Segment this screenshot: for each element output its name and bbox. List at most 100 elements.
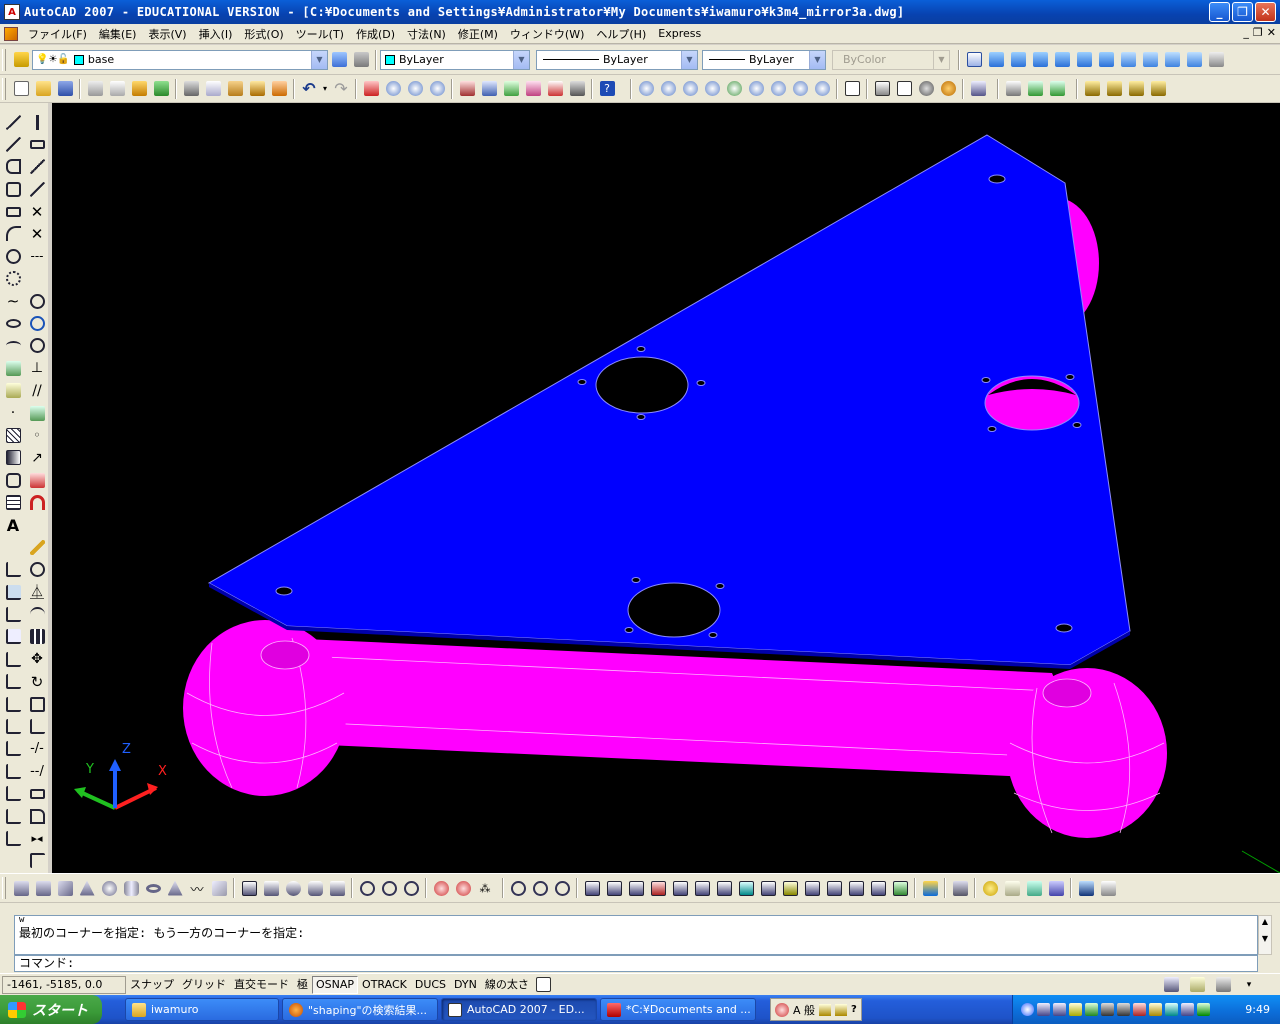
camera-icon[interactable] <box>1205 49 1227 71</box>
snap-parallel-icon[interactable]: // <box>26 380 48 402</box>
snap-endpoint-icon[interactable] <box>26 290 48 312</box>
tray-app-icon[interactable] <box>1085 1003 1098 1016</box>
realistic-visual-style-icon[interactable] <box>915 78 937 100</box>
mirror-object-icon[interactable]: ⏅ <box>26 581 48 603</box>
pencil-icon[interactable] <box>26 536 48 558</box>
break-at-point-icon[interactable] <box>26 850 48 872</box>
taskbar-item-documents[interactable]: *C:¥Documents and ... <box>600 998 756 1021</box>
paste-icon[interactable] <box>224 78 246 100</box>
wireframe-icon[interactable] <box>893 78 915 100</box>
revolve-icon[interactable] <box>304 877 326 899</box>
zoom-in-icon[interactable] <box>745 78 767 100</box>
helix-icon[interactable]: 〰 <box>186 877 208 899</box>
render-icon[interactable] <box>919 877 941 899</box>
clean-icon[interactable] <box>823 877 845 899</box>
lights-list-icon[interactable] <box>1001 877 1023 899</box>
shell-icon[interactable] <box>867 877 889 899</box>
revision-cloud-icon[interactable] <box>2 268 24 290</box>
snap-quadrant-icon[interactable] <box>26 335 48 357</box>
extend-object-icon[interactable]: --/ <box>26 760 48 782</box>
properties-icon[interactable] <box>456 78 478 100</box>
cone-icon[interactable] <box>76 877 98 899</box>
stretch-icon[interactable] <box>26 716 48 738</box>
construction-line-icon[interactable] <box>2 133 24 155</box>
zoom-scale-icon[interactable] <box>679 78 701 100</box>
new-file-icon[interactable] <box>10 78 32 100</box>
front-view-icon[interactable] <box>1073 49 1095 71</box>
spline-icon[interactable]: ∼ <box>2 290 24 312</box>
rectangle-icon[interactable] <box>2 201 24 223</box>
dimension-aligned-icon[interactable] <box>1103 78 1125 100</box>
sw-iso-view-icon[interactable] <box>1117 49 1139 71</box>
tray-settings-icon[interactable] <box>1212 974 1234 996</box>
layer-dropdown[interactable]: 💡☀🔓 base ▼ <box>32 49 328 70</box>
extrude-icon[interactable] <box>238 877 260 899</box>
wedge-icon[interactable] <box>54 877 76 899</box>
ne-iso-view-icon[interactable] <box>1161 49 1183 71</box>
extrude-faces-icon[interactable] <box>581 877 603 899</box>
polar-toggle[interactable]: 極 <box>293 976 312 994</box>
top-view-icon[interactable] <box>985 49 1007 71</box>
hatch-icon[interactable] <box>2 424 24 446</box>
offset-faces-icon[interactable] <box>625 877 647 899</box>
menu-file[interactable]: ファイル(F) <box>22 26 93 42</box>
start-button[interactable]: スタート <box>0 995 102 1024</box>
ucs-world-icon[interactable] <box>2 581 24 603</box>
separate-icon[interactable] <box>845 877 867 899</box>
redo-icon[interactable]: ↷ <box>330 78 352 100</box>
conceptual-visual-style-icon[interactable] <box>937 78 959 100</box>
trim-object-icon[interactable]: -/- <box>26 738 48 760</box>
menu-insert[interactable]: 挿入(I) <box>193 26 239 42</box>
chevron-down-icon[interactable]: ▼ <box>681 50 697 69</box>
ucs-x-icon[interactable] <box>2 760 24 782</box>
delete-faces-icon[interactable] <box>647 877 669 899</box>
close-button[interactable]: ✕ <box>1255 2 1276 22</box>
imprint-icon[interactable] <box>801 877 823 899</box>
snap-perpendicular-icon[interactable]: ⊥ <box>26 357 48 379</box>
break-icon[interactable]: --- <box>26 245 48 267</box>
table-icon[interactable] <box>2 492 24 514</box>
scroll-up-icon[interactable]: ▲ <box>1259 916 1271 928</box>
copy-edges-icon[interactable] <box>757 877 779 899</box>
sheet-set-icon[interactable] <box>522 78 544 100</box>
move-faces-icon[interactable] <box>603 877 625 899</box>
tray-app-icon[interactable] <box>1165 1003 1178 1016</box>
menu-edit[interactable]: 編集(E) <box>93 26 143 42</box>
make-block-icon[interactable] <box>2 380 24 402</box>
zoom-realtime-icon[interactable] <box>382 78 404 100</box>
snap-none-icon[interactable] <box>26 469 48 491</box>
make-layer-current-icon[interactable] <box>328 49 350 71</box>
pyramid-icon[interactable] <box>164 877 186 899</box>
subtract-solid-icon[interactable] <box>529 877 551 899</box>
nw-iso-view-icon[interactable] <box>1183 49 1205 71</box>
ucs-icon[interactable] <box>2 559 24 581</box>
rotate-icon[interactable]: ↻ <box>26 671 48 693</box>
torus-icon[interactable] <box>142 877 164 899</box>
copy-icon[interactable] <box>202 78 224 100</box>
menu-window[interactable]: ウィンドウ(W) <box>504 26 590 42</box>
dimension-ordinate-icon[interactable] <box>1147 78 1169 100</box>
taskbar-item-autocad[interactable]: AutoCAD 2007 - ED... <box>441 998 597 1021</box>
taskbar-item-iwamuro[interactable]: iwamuro <box>125 998 279 1021</box>
zoom-object-icon[interactable] <box>723 78 745 100</box>
zoom-all-icon[interactable] <box>789 78 811 100</box>
model-space-icon[interactable] <box>533 974 555 996</box>
block-editor-icon[interactable] <box>268 78 290 100</box>
quickcalc-icon[interactable] <box>566 78 588 100</box>
volume-icon[interactable] <box>1181 1003 1194 1016</box>
move-icon[interactable]: ✥ <box>26 648 48 670</box>
tray-app-icon[interactable] <box>1037 1003 1050 1016</box>
left-view-icon[interactable] <box>1029 49 1051 71</box>
dimension-arc-icon[interactable] <box>1125 78 1147 100</box>
markup-icon[interactable] <box>544 78 566 100</box>
explode-icon[interactable]: ▸◂ <box>26 828 48 850</box>
command-scrollbar[interactable]: ▲ ▼ <box>1258 915 1272 955</box>
drawing-viewport[interactable]: X Y Z <box>52 103 1280 873</box>
loft-icon[interactable] <box>326 877 348 899</box>
ime-mode[interactable]: A 般 <box>793 1002 815 1018</box>
ellipse-icon[interactable] <box>2 313 24 335</box>
polygon-icon[interactable] <box>2 178 24 200</box>
open-file-icon[interactable] <box>32 78 54 100</box>
menu-modify[interactable]: 修正(M) <box>452 26 504 42</box>
copy-object-icon[interactable] <box>26 133 48 155</box>
